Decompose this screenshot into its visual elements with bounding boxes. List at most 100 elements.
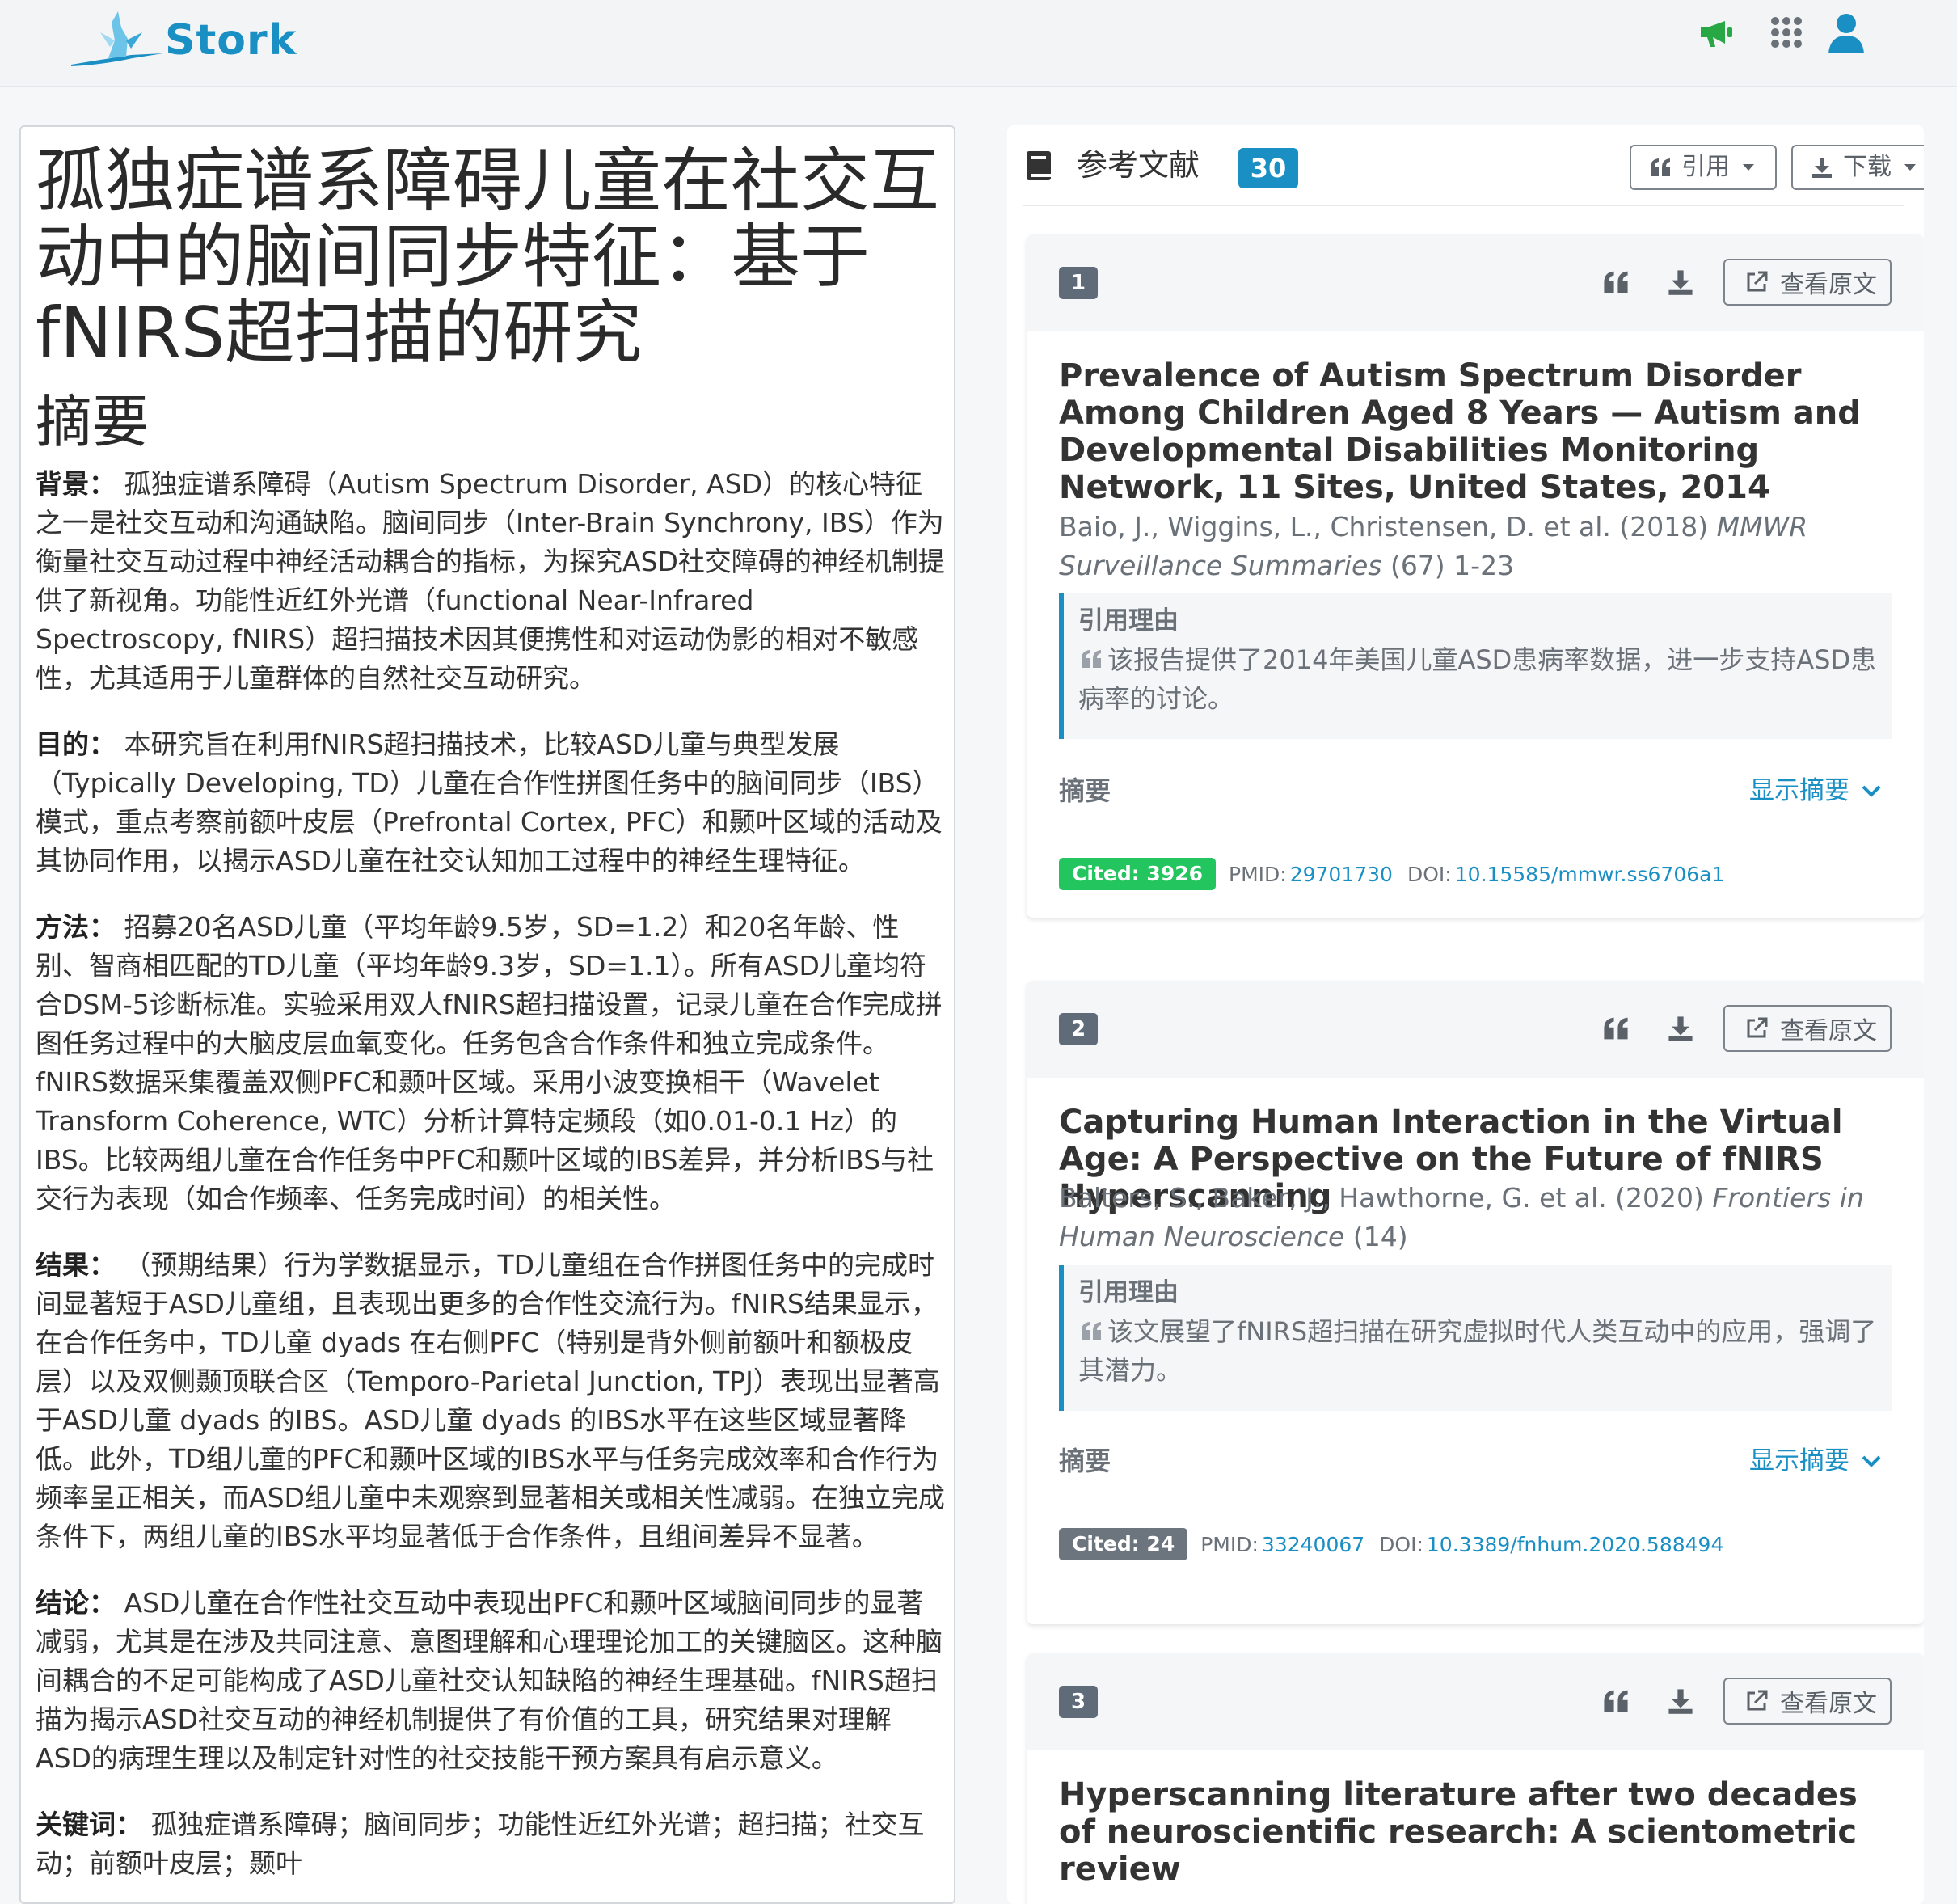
section-text: ASD儿童在合作性社交互动中表现出PFC和颞叶区域脑间同步的显著减弱，尤其是在涉…	[36, 1587, 943, 1774]
quote-icon[interactable]	[1602, 1687, 1630, 1715]
abstract-keywords: 关键词： 孤独症谱系障碍；脑间同步；功能性近红外光谱；超扫描；社交互动；前额叶皮…	[36, 1805, 946, 1883]
reference-number: 3	[1059, 1686, 1098, 1718]
caret-down-icon	[1904, 164, 1916, 171]
abstract-objective: 目的： 本研究旨在利用fNIRS超扫描技术，比较ASD儿童与典型发展（Typic…	[36, 725, 946, 880]
section-text: 招募20名ASD儿童（平均年龄9.5岁，SD=1.2）和20名年龄、性别、智商相…	[36, 911, 943, 1214]
top-header: Stork	[0, 0, 1957, 87]
view-original-button[interactable]: 查看原文	[1723, 259, 1892, 306]
citation-reason-text: 该报告提供了2014年美国儿童ASD患病率数据，进一步支持ASD患病率的讨论。	[1078, 640, 1877, 718]
external-link-icon	[1747, 1017, 1768, 1038]
reference-card-3: 3 查看原文 Hyperscanning literature after tw…	[1027, 1653, 1924, 1904]
references-count-badge: 30	[1238, 148, 1298, 188]
abstract-label: 摘要	[1059, 775, 1111, 806]
quote-icon[interactable]	[1602, 1015, 1630, 1042]
section-label: 背景：	[36, 468, 116, 500]
abstract-body: 背景： 孤独症谱系障碍（Autism Spectrum Disorder, AS…	[36, 465, 946, 1902]
pmid-link[interactable]: 33240067	[1262, 1533, 1364, 1556]
citation-reason-box: 引用理由 该报告提供了2014年美国儿童ASD患病率数据，进一步支持ASD患病率…	[1059, 593, 1892, 739]
section-label: 结果：	[36, 1249, 116, 1281]
reference-title[interactable]: Hyperscanning literature after two decad…	[1059, 1776, 1900, 1888]
show-abstract-toggle[interactable]: 显示摘要	[1749, 1442, 1882, 1480]
reference-authors: Balters, S., Baker, J., Hawthorne, G. et…	[1059, 1182, 1713, 1214]
reference-volume: (14)	[1344, 1221, 1408, 1252]
show-abstract-label: 显示摘要	[1749, 776, 1849, 805]
abstract-methods: 方法： 招募20名ASD儿童（平均年龄9.5岁，SD=1.2）和20名年龄、性别…	[36, 908, 946, 1218]
reference-citation: Baio, J., Wiggins, L., Christensen, D. e…	[1059, 508, 1900, 585]
reference-footer: Cited: 24 PMID: 33240067 DOI: 10.3389/fn…	[1059, 1527, 1738, 1561]
paper-panel: 孤独症谱系障碍儿童在社交互动中的脑间同步特征：基于fNIRS超扫描的研究 摘要 …	[19, 125, 955, 1904]
references-title: 参考文献	[1077, 147, 1200, 183]
abstract-results: 结果： （预期结果）行为学数据显示，TD儿童组在合作拼图任务中的完成时间显著短于…	[36, 1246, 946, 1556]
citation-reason-heading: 引用理由	[1078, 606, 1179, 635]
section-label: 关键词：	[36, 1809, 142, 1840]
card-toolbar: 3 查看原文	[1027, 1653, 1924, 1750]
quote-icon	[1082, 650, 1101, 668]
external-link-icon	[1747, 1690, 1768, 1711]
abstract-background: 背景： 孤独症谱系障碍（Autism Spectrum Disorder, AS…	[36, 465, 946, 698]
view-original-button[interactable]: 查看原文	[1723, 1005, 1892, 1052]
reference-footer: Cited: 3926 PMID: 29701730 DOI: 10.15585…	[1059, 857, 1739, 891]
abstract-label: 摘要	[1059, 1446, 1111, 1476]
quote-icon[interactable]	[1602, 268, 1630, 296]
pmid-link[interactable]: 29701730	[1290, 863, 1393, 886]
view-original-label: 查看原文	[1780, 271, 1877, 299]
citation-reason-box: 引用理由 该文展望了fNIRS超扫描在研究虚拟时代人类互动中的应用，强调了其潜力…	[1059, 1265, 1892, 1411]
external-link-icon	[1747, 271, 1768, 292]
view-original-button[interactable]: 查看原文	[1723, 1678, 1892, 1725]
reference-card-1: 1 查看原文 Prevalence of Autism Spectrum Dis…	[1027, 234, 1924, 918]
reference-number: 2	[1059, 1013, 1098, 1045]
card-toolbar: 1 查看原文	[1027, 234, 1924, 331]
doi-link[interactable]: 10.15585/mmwr.ss6706a1	[1455, 863, 1725, 886]
view-original-label: 查看原文	[1780, 1017, 1877, 1045]
download-dropdown-button[interactable]: 下载	[1791, 145, 1924, 190]
pmid-label: PMID:	[1200, 1532, 1259, 1556]
card-toolbar: 2 查看原文	[1027, 981, 1924, 1078]
citation-reason-text: 该文展望了fNIRS超扫描在研究虚拟时代人类互动中的应用，强调了其潜力。	[1078, 1312, 1877, 1390]
section-label: 结论：	[36, 1587, 116, 1619]
user-icon[interactable]	[1825, 11, 1867, 53]
section-text: 本研究旨在利用fNIRS超扫描技术，比较ASD儿童与典型发展（Typically…	[36, 728, 943, 876]
doi-label: DOI:	[1379, 1532, 1423, 1556]
references-panel: 参考文献 30 引用 下载 1 查看原文 Prevalence of Autis…	[1007, 125, 1924, 1904]
cite-label: 引用	[1681, 153, 1730, 181]
citation-reason-heading: 引用理由	[1078, 1278, 1179, 1307]
cited-count-badge: Cited: 3926	[1059, 858, 1216, 890]
reference-card-2: 2 查看原文 Capturing Human Interaction in th…	[1027, 981, 1924, 1624]
doi-link[interactable]: 10.3389/fnhum.2020.588494	[1427, 1533, 1723, 1556]
doi-label: DOI:	[1407, 862, 1452, 886]
reference-volume: (67) 1-23	[1381, 550, 1515, 581]
citation-reason-content: 该报告提供了2014年美国儿童ASD患病率数据，进一步支持ASD患病率的讨论。	[1078, 644, 1877, 714]
reference-title[interactable]: Prevalence of Autism Spectrum Disorder A…	[1059, 357, 1900, 506]
download-icon[interactable]	[1667, 1015, 1694, 1042]
citation-reason-content: 该文展望了fNIRS超扫描在研究虚拟时代人类互动中的应用，强调了其潜力。	[1078, 1316, 1877, 1386]
stork-bird-icon	[71, 11, 163, 66]
megaphone-icon[interactable]	[1696, 11, 1738, 53]
section-text: 孤独症谱系障碍；脑间同步；功能性近红外光谱；超扫描；社交互动；前额叶皮层；颞叶	[36, 1809, 925, 1879]
quote-icon	[1651, 158, 1670, 176]
abstract-conclusion: 结论： ASD儿童在合作性社交互动中表现出PFC和颞叶区域脑间同步的显著减弱，尤…	[36, 1584, 946, 1778]
view-original-label: 查看原文	[1780, 1690, 1877, 1718]
pmid-label: PMID:	[1229, 862, 1287, 886]
section-text: （预期结果）行为学数据显示，TD儿童组在合作拼图任务中的完成时间显著短于ASD儿…	[36, 1249, 945, 1552]
download-icon	[1812, 158, 1832, 178]
download-icon[interactable]	[1667, 268, 1694, 296]
apps-grid-icon[interactable]	[1765, 11, 1807, 53]
download-icon[interactable]	[1667, 1687, 1694, 1715]
section-text: 孤独症谱系障碍（Autism Spectrum Disorder, ASD）的核…	[36, 468, 945, 694]
chevron-down-icon	[1862, 785, 1881, 797]
cited-count-badge: Cited: 24	[1059, 1528, 1188, 1560]
cite-dropdown-button[interactable]: 引用	[1630, 145, 1777, 190]
chevron-down-icon	[1862, 1455, 1881, 1467]
caret-down-icon	[1743, 164, 1754, 171]
abstract-heading: 摘要	[36, 389, 149, 455]
app-name: Stork	[165, 16, 297, 65]
reference-citation: Balters, S., Baker, J., Hawthorne, G. et…	[1059, 1179, 1900, 1256]
download-label: 下载	[1843, 153, 1892, 181]
show-abstract-toggle[interactable]: 显示摘要	[1749, 771, 1882, 810]
logo[interactable]: Stork	[68, 8, 297, 73]
quote-icon	[1082, 1322, 1101, 1340]
section-label: 方法：	[36, 911, 116, 943]
reference-authors: Baio, J., Wiggins, L., Christensen, D. e…	[1059, 511, 1717, 542]
section-label: 目的：	[36, 728, 116, 760]
show-abstract-label: 显示摘要	[1749, 1446, 1849, 1475]
